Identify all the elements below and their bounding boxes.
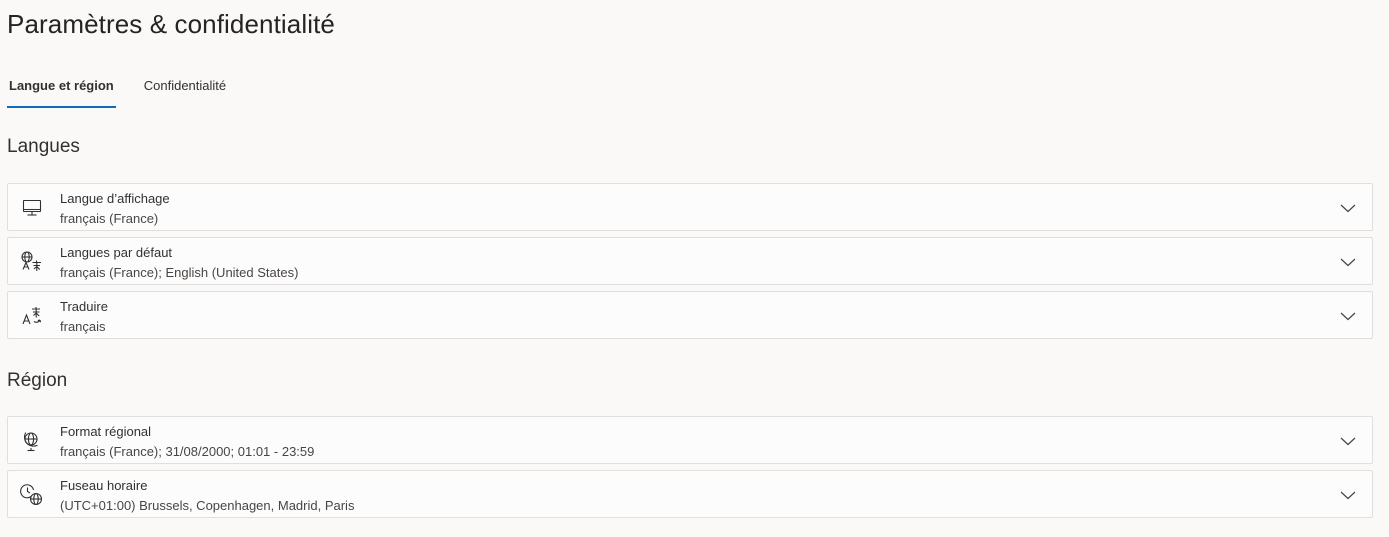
default-languages-label: Langues par défaut (60, 245, 173, 260)
globe-stand-icon (20, 429, 44, 453)
tab-language-region[interactable]: Langue et région (7, 70, 116, 108)
translate-label: Traduire (60, 299, 108, 314)
page-title: Paramètres & confidentialité (7, 9, 335, 39)
monitor-icon (20, 196, 44, 220)
time-zone-card[interactable]: Fuseau horaire (UTC+01:00) Brussels, Cop… (7, 470, 1373, 518)
section-title-region: Région (7, 370, 68, 391)
clock-globe-icon (20, 483, 44, 507)
globe-language-icon (20, 250, 44, 274)
tab-bar: Langue et région Confidentialité (7, 70, 228, 110)
regional-format-value: français (France); 31/08/2000; 01:01 - 2… (60, 444, 315, 459)
chevron-down-icon[interactable] (1338, 485, 1358, 505)
translate-value: français (60, 319, 106, 334)
translate-icon (20, 304, 44, 328)
default-languages-value: français (France); English (United State… (60, 265, 299, 280)
regional-format-label: Format régional (60, 424, 152, 439)
tab-privacy[interactable]: Confidentialité (142, 70, 228, 106)
display-language-card[interactable]: Langue d’affichage français (France) (7, 183, 1373, 231)
chevron-down-icon[interactable] (1338, 431, 1358, 451)
display-language-value: français (France) (60, 211, 159, 226)
time-zone-label: Fuseau horaire (60, 478, 148, 493)
translate-card[interactable]: Traduire français (7, 291, 1373, 339)
regional-format-card[interactable]: Format régional français (France); 31/08… (7, 416, 1373, 464)
time-zone-value: (UTC+01:00) Brussels, Copenhagen, Madrid… (60, 498, 355, 513)
display-language-label: Langue d’affichage (60, 191, 170, 206)
chevron-down-icon[interactable] (1338, 252, 1358, 272)
chevron-down-icon[interactable] (1338, 198, 1358, 218)
section-title-languages: Langues (7, 136, 80, 157)
chevron-down-icon[interactable] (1338, 306, 1358, 326)
default-languages-card[interactable]: Langues par défaut français (France); En… (7, 237, 1373, 285)
